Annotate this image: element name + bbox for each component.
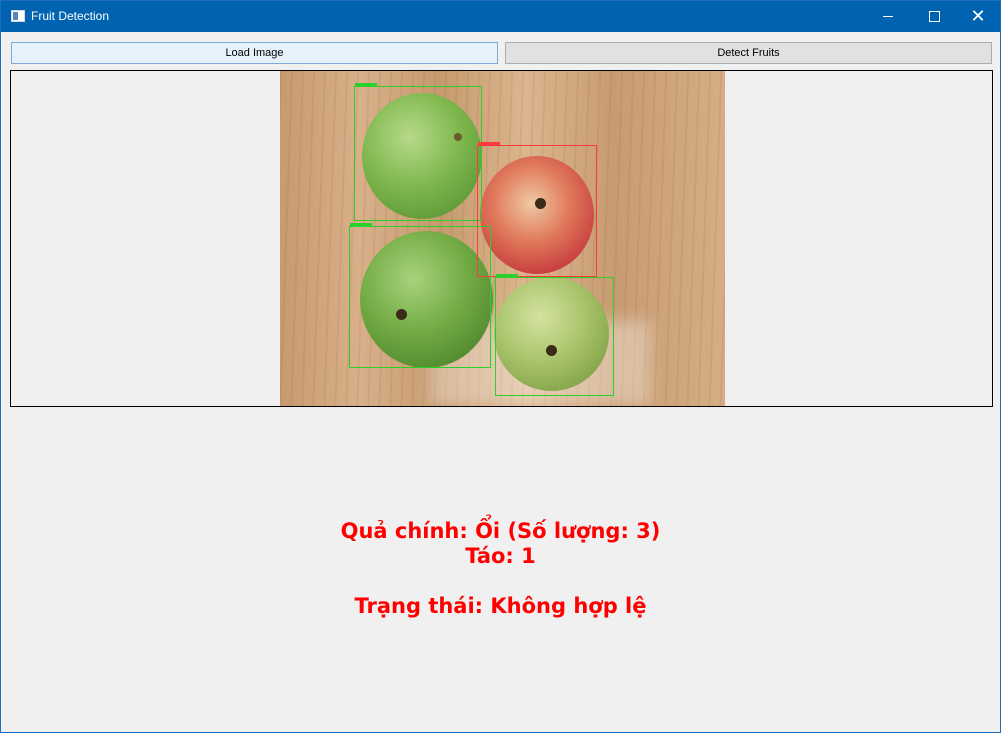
apple-count-text: Táo: 1: [465, 544, 536, 568]
detection-box-guava: [495, 274, 614, 396]
maximize-button[interactable]: [911, 1, 957, 32]
detection-label: [355, 83, 377, 87]
load-image-button[interactable]: Load Image: [11, 42, 498, 64]
detection-box-apple: [477, 142, 597, 277]
detect-fruits-button[interactable]: Detect Fruits: [505, 42, 992, 64]
status-text: Trạng thái: Không hợp lệ: [354, 594, 647, 618]
result-panel: Quả chính: Ổi (Số lượng: 3) Táo: 1 Trạng…: [1, 519, 1000, 619]
close-icon: ✕: [970, 5, 986, 27]
detection-label: [496, 274, 518, 278]
detection-box-guava: [354, 83, 482, 221]
detection-box-guava: [349, 223, 491, 368]
minimize-button[interactable]: [865, 1, 911, 32]
detection-label: [478, 142, 500, 146]
image-display: [10, 70, 993, 407]
main-window: Fruit Detection ✕ Load Image Detect Frui…: [0, 0, 1001, 733]
detection-label: [350, 223, 372, 227]
fruit-photo: [280, 71, 725, 406]
main-fruit-text: Quả chính: Ổi (Số lượng: 3): [340, 519, 661, 543]
maximize-icon: [928, 11, 940, 22]
close-button[interactable]: ✕: [955, 1, 1001, 32]
app-window-icon: [11, 10, 25, 22]
window-title: Fruit Detection: [31, 9, 110, 23]
title-bar[interactable]: Fruit Detection ✕: [1, 1, 1000, 32]
minimize-icon: [883, 16, 893, 17]
